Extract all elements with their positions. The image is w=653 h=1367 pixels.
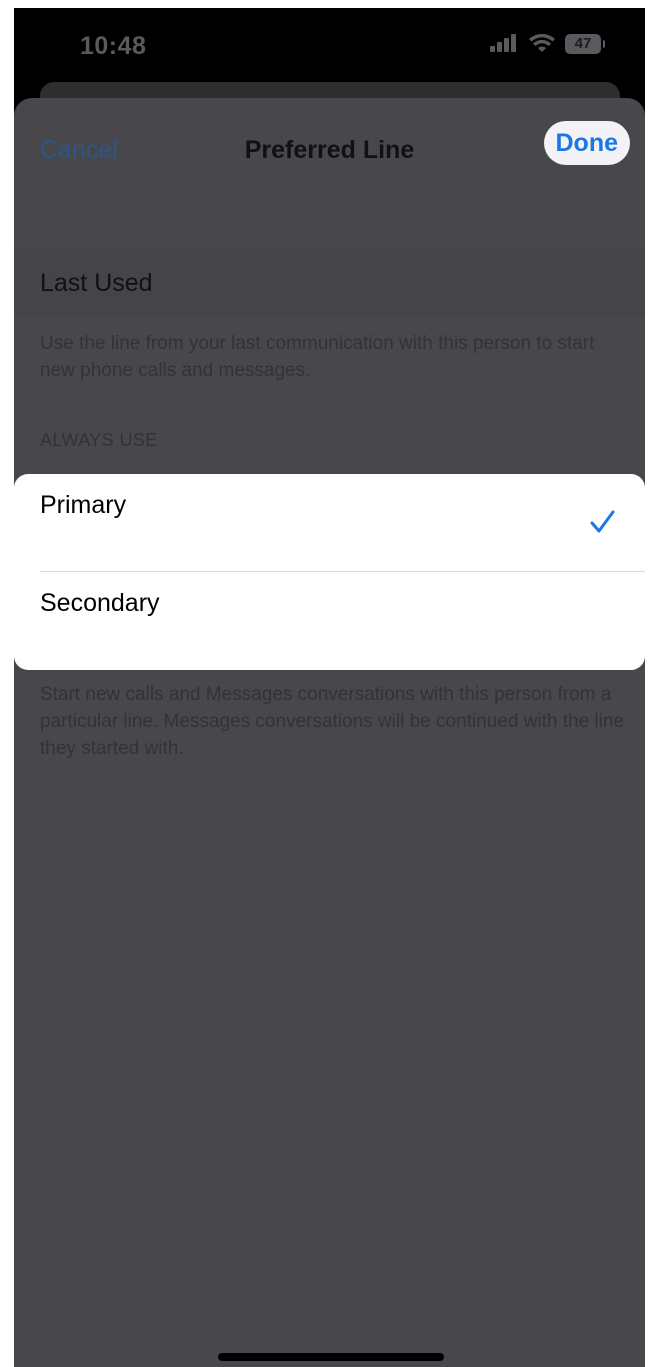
option-secondary[interactable]: Secondary [14,572,645,669]
home-indicator[interactable] [218,1353,444,1361]
status-icons: 47 [489,34,605,54]
done-button[interactable]: Done [543,121,630,165]
always-use-options: Primary Secondary [14,474,645,670]
option-primary[interactable]: Primary [14,474,645,572]
option-last-used-label: Last Used [40,269,153,297]
option-last-used[interactable]: Last Used [14,248,645,316]
option-primary-label: Primary [40,491,127,519]
always-use-footer: Start new calls and Messages conversatio… [40,684,625,759]
battery-icon: 47 [565,34,605,54]
cellular-signal-icon [490,34,516,52]
wifi-icon [529,34,555,52]
status-bar: 10:48 47 [14,8,645,88]
phone-screen: 10:48 47 Cancel Preferred Line Done Last [14,8,645,1367]
option-secondary-label: Secondary [40,589,160,617]
status-time: 10:48 [80,32,147,60]
checkmark-icon [590,510,615,533]
nav-bar: Cancel Preferred Line Done [14,98,645,208]
always-use-header: ALWAYS USE [40,430,158,450]
last-used-footer: Use the line from your last communicatio… [40,333,595,381]
preferred-line-sheet: Cancel Preferred Line Done Last Used Use… [14,98,645,1367]
